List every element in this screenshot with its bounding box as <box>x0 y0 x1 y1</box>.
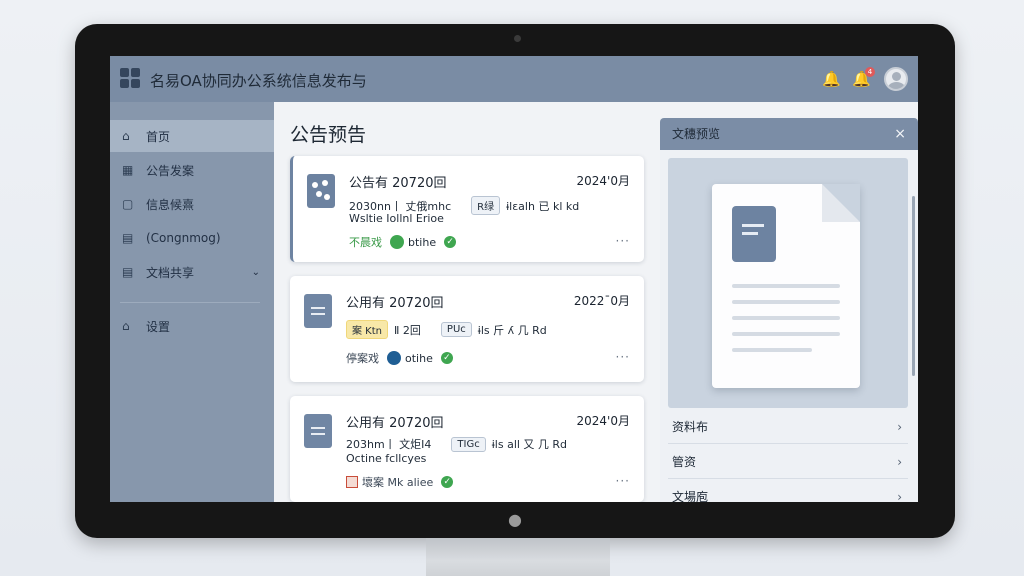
sidebar: ⌂ 首页 ▦ 公告发案 ▢ 信息候熹 ▤ (Congnmog) ▤ 文档共享 ⌄… <box>110 102 274 502</box>
webcam <box>514 35 521 42</box>
panel-item-label: 文場庖 <box>672 490 709 502</box>
status-text: 壞案 Mk aliee <box>362 476 434 489</box>
text-line <box>732 316 840 320</box>
home-icon: ⌂ <box>122 319 130 333</box>
card-title: 公用有 20720回 <box>346 296 444 311</box>
panel-header: 文穗预览 × <box>660 118 918 150</box>
panel-item-label: 管资 <box>672 455 697 469</box>
text-line <box>732 332 840 336</box>
close-icon[interactable]: × <box>894 118 906 150</box>
card-title: 公用有 20720回 <box>346 416 444 431</box>
panel-title: 文穗预览 <box>672 127 721 141</box>
card-meta-text: Ⅱ 2回 <box>394 323 421 337</box>
card-status: 不晨戏 btihe ✓ <box>349 234 457 250</box>
card-subtitle: Octine fcllcyes <box>346 452 427 465</box>
panel-item-management[interactable]: 管资 › <box>668 445 908 479</box>
card-date: 2022ˉ0月 <box>573 294 630 308</box>
bell-icon[interactable]: 🔔 <box>822 70 841 88</box>
announcement-icon <box>307 174 335 208</box>
sidebar-item-label: 首页 <box>146 129 171 144</box>
card-meta: 203hm丨 文炬I4 TIGc ɨls all 又 几 Rd <box>346 436 567 452</box>
card-date: 2024'0月 <box>576 414 630 428</box>
document-icon <box>304 294 332 328</box>
sidebar-item-info[interactable]: ▢ 信息候熹 <box>110 188 274 220</box>
panel-item-documents[interactable]: 文場庖 › <box>668 480 908 502</box>
card-subtitle: Wsltie Iollnl Erioe <box>349 212 444 225</box>
sidebar-item-label: 文档共享 <box>146 265 195 280</box>
sidebar-divider <box>120 302 260 303</box>
panel-item-label: 资料布 <box>672 420 709 434</box>
sidebar-item-announcements[interactable]: ▦ 公告发案 <box>110 154 274 186</box>
status-text: 停案戏 <box>346 352 379 365</box>
scrollbar[interactable] <box>912 196 915 376</box>
document-icon <box>304 414 332 448</box>
chevron-right-icon: › <box>897 455 902 469</box>
wechat-icon <box>390 235 404 249</box>
screen: 名易OA协同办公系统信息发布与 🔔 🔔 4 ⌂ 首页 ▦ 公告发案 ▢ 信息候熹… <box>110 56 918 502</box>
card-meta-text: ɨlɛalh 已 kl kd <box>506 199 580 213</box>
avatar[interactable] <box>884 67 908 91</box>
panel-item-resources[interactable]: 资料布 › <box>668 410 908 444</box>
document-preview-panel: 文穗预览 × 资料布 › 管资 › 文場庖 › <box>660 118 918 502</box>
chevron-down-icon: ⌄ <box>251 266 260 278</box>
document-icon <box>732 206 776 262</box>
hexagon-icon <box>387 351 401 365</box>
card-date: 2024'0月 <box>576 174 630 188</box>
monitor-stand <box>426 538 610 576</box>
text-line <box>732 300 840 304</box>
sidebar-item-label: 设置 <box>146 319 171 334</box>
more-options-icon[interactable]: ··· <box>616 474 630 488</box>
page-fold <box>822 184 860 222</box>
chevron-right-icon: › <box>897 490 902 502</box>
text-line <box>732 284 840 288</box>
check-icon: ✓ <box>440 352 453 364</box>
check-icon: ✓ <box>441 476 454 488</box>
status-pill: btihe <box>390 235 436 249</box>
app-title: 名易OA协同办公系统信息发布与 <box>150 72 367 90</box>
card-tag: TIGc <box>451 436 486 452</box>
status-text: 不晨戏 <box>349 236 382 249</box>
sidebar-item-home[interactable]: ⌂ 首页 <box>110 120 274 152</box>
home-icon: ⌂ <box>122 129 130 143</box>
card-tag-highlight: 案 Ktn <box>346 320 388 339</box>
card-tag: PUc <box>440 322 472 337</box>
sidebar-item-label: (Congnmog) <box>146 231 221 245</box>
text-line <box>732 348 812 352</box>
document-thumbnail <box>712 184 860 388</box>
card-meta-text: ɨls all 又 几 Rd <box>491 438 568 451</box>
announcement-card[interactable]: 公告有 20720回 2024'0月 2030nn丨 丈俄mhc R绿 ɨlɛa… <box>290 156 644 262</box>
sidebar-item-label: 信息候熹 <box>146 197 195 212</box>
pill-label: btihe <box>408 235 437 249</box>
announcement-card[interactable]: 公用有 20720回 2022ˉ0月 案 Ktn Ⅱ 2回 PUc ɨls 斤 … <box>290 276 644 382</box>
document-icon: ▤ <box>122 265 134 279</box>
apple-logo-icon: ● <box>508 510 522 529</box>
document-icon: ▤ <box>122 231 134 245</box>
status-pill: otihe <box>387 351 433 365</box>
announcement-card[interactable]: 公用有 20720回 2024'0月 203hm丨 文炬I4 TIGc ɨls … <box>290 396 644 502</box>
chevron-right-icon: › <box>897 420 902 434</box>
more-options-icon[interactable]: ··· <box>616 234 630 248</box>
card-title: 公告有 20720回 <box>349 176 447 191</box>
card-tag: R绿 <box>471 196 501 215</box>
pill-label: otihe <box>405 351 433 365</box>
card-status: 壞案 Mk aliee ✓ <box>346 474 454 490</box>
card-status: 停案戏 otihe ✓ <box>346 350 453 366</box>
check-icon: ✓ <box>444 236 457 248</box>
document-preview <box>668 158 908 408</box>
app-header: 名易OA协同办公系统信息发布与 🔔 🔔 4 <box>110 56 918 102</box>
card-meta-text: ɨls 斤 ʎ 几 Rd <box>477 323 547 337</box>
sidebar-item-label: 公告发案 <box>146 163 195 178</box>
sidebar-item-congnmog[interactable]: ▤ (Congnmog) <box>110 222 274 254</box>
page-title: 公告预告 <box>290 124 367 146</box>
grid-icon: ▦ <box>122 163 134 177</box>
more-options-icon[interactable]: ··· <box>616 350 630 364</box>
card-meta-text: 203hm丨 文炬I4 <box>346 438 432 451</box>
stamp-icon <box>346 476 358 488</box>
folder-icon: ▢ <box>122 197 134 211</box>
sidebar-item-settings[interactable]: ⌂ 设置 <box>110 310 274 342</box>
notification-badge: 4 <box>865 67 875 77</box>
sidebar-item-document-sharing[interactable]: ▤ 文档共享 ⌄ <box>110 256 274 288</box>
app-logo-icon <box>120 68 140 88</box>
card-meta: 案 Ktn Ⅱ 2回 PUc ɨls 斤 ʎ 几 Rd <box>346 320 547 339</box>
